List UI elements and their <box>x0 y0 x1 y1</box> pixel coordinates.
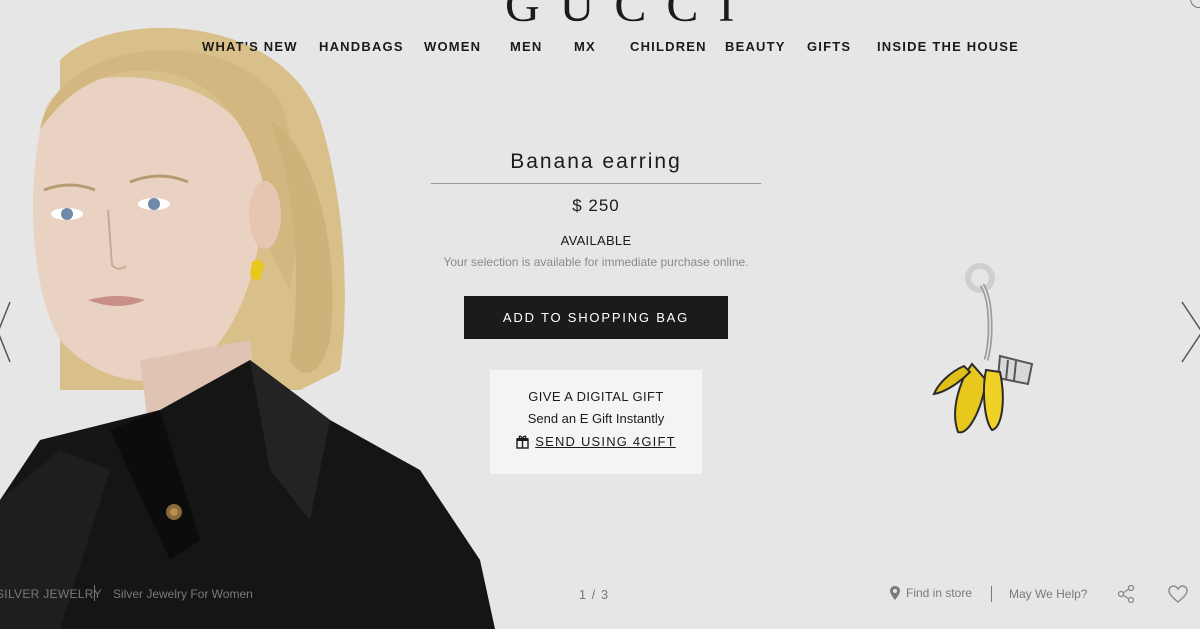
gift-title: GIVE A DIGITAL GIFT <box>528 389 664 404</box>
nav-item-women[interactable]: WOMEN <box>424 39 481 54</box>
image-pager: 1 / 3 <box>578 587 610 602</box>
breadcrumb-divider <box>94 585 95 601</box>
availability-status: AVAILABLE <box>560 233 632 248</box>
product-image-earring <box>920 260 1040 440</box>
breadcrumb-silver-jewelry-women[interactable]: Silver Jewelry For Women <box>113 587 253 601</box>
product-price: $ 250 <box>572 196 620 215</box>
brand-logo[interactable]: GUCCI <box>505 0 754 33</box>
digital-gift-panel: GIVE A DIGITAL GIFT Send an E Gift Insta… <box>490 370 702 474</box>
nav-item-handbags[interactable]: HANDBAGS <box>319 39 404 54</box>
location-pin-icon <box>890 586 900 600</box>
nav-item-children[interactable]: CHILDREN <box>630 39 707 54</box>
may-we-help-link[interactable]: May We Help? <box>1009 587 1087 601</box>
nav-item-beauty[interactable]: BEAUTY <box>725 39 786 54</box>
gift-link-label: SEND USING 4GIFT <box>535 434 676 449</box>
send-using-4gift-link[interactable]: SEND USING 4GIFT <box>516 434 676 449</box>
main-nav: WHAT'S NEW HANDBAGS WOMEN MEN MX CHILDRE… <box>0 39 1200 59</box>
model-photo <box>0 0 500 629</box>
search-icon[interactable] <box>1190 0 1200 8</box>
availability-note: Your selection is available for immediat… <box>443 255 749 269</box>
gift-box-icon <box>516 435 529 449</box>
heart-icon[interactable] <box>1168 585 1188 603</box>
share-icon[interactable] <box>1117 585 1135 603</box>
footer-divider <box>991 586 992 602</box>
carousel-prev-arrow-icon[interactable] <box>0 300 12 364</box>
add-to-shopping-bag-button[interactable]: ADD TO SHOPPING BAG <box>464 296 728 339</box>
nav-item-inside-the-house[interactable]: INSIDE THE HOUSE <box>877 39 1019 54</box>
carousel-next-arrow-icon[interactable] <box>1180 300 1200 364</box>
product-title: Banana earring <box>431 150 761 184</box>
bottom-bar: SILVER JEWELRY Silver Jewelry For Women … <box>0 584 1200 606</box>
nav-item-whats-new[interactable]: WHAT'S NEW <box>202 39 298 54</box>
nav-item-men[interactable]: MEN <box>510 39 543 54</box>
product-info: Banana earring $ 250 AVAILABLE Your sele… <box>431 150 761 269</box>
gift-subtitle: Send an E Gift Instantly <box>527 411 665 426</box>
nav-item-mx[interactable]: MX <box>574 39 596 54</box>
find-in-store-label: Find in store <box>906 586 973 600</box>
breadcrumb-silver-jewelry[interactable]: SILVER JEWELRY <box>0 587 102 601</box>
find-in-store-link[interactable]: Find in store <box>890 586 972 600</box>
nav-item-gifts[interactable]: GIFTS <box>807 39 851 54</box>
